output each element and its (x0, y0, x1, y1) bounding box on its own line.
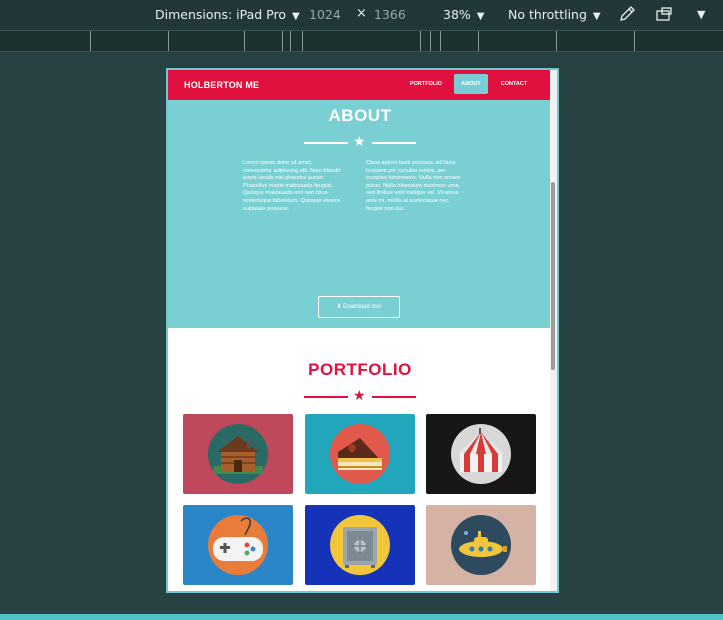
portfolio-item-controller[interactable] (183, 505, 293, 585)
dimension-separator: × (356, 6, 367, 21)
divider-line (372, 142, 416, 144)
about-title: ABOUT (328, 106, 392, 125)
about-section: ABOUT ★ Lorem ipsum dolor sit amet, cons… (168, 100, 552, 328)
devtools-toolbar: Dimensions: iPad Pro ▼ 1024 × 1366 38% ▼ N… (0, 0, 723, 30)
more-options-icon[interactable]: ▼ (697, 8, 705, 21)
site-navbar: HOLBERTON ME PORTFOLIO ABOUT CONTACT (168, 70, 552, 100)
portfolio-item-safe[interactable] (305, 505, 415, 585)
site-brand[interactable]: HOLBERTON ME (184, 80, 259, 90)
cake-icon (330, 424, 390, 484)
chevron-down-icon: ▼ (476, 11, 485, 22)
device-viewport: HOLBERTON ME PORTFOLIO ABOUT CONTACT ABO… (166, 68, 559, 593)
divider-line (372, 396, 416, 398)
zoom-select[interactable]: 38% ▼ (443, 7, 485, 22)
viewport-scrollbar[interactable] (550, 70, 557, 591)
device-label: Dimensions: iPad Pro (155, 7, 286, 22)
portfolio-item-submarine[interactable] (426, 505, 536, 585)
about-text-right: Class aptent taciti sociosqu ad litora t… (366, 160, 461, 212)
nav-link-portfolio[interactable]: PORTFOLIO (404, 74, 448, 94)
circus-tent-icon (451, 424, 511, 484)
chevron-down-icon: ▼ (292, 11, 300, 22)
device-dimensions-select[interactable]: Dimensions: iPad Pro ▼ (155, 7, 300, 22)
zoom-label: 38% (443, 7, 471, 22)
game-controller-icon (208, 515, 268, 575)
divider-line (304, 396, 348, 398)
width-input[interactable]: 1024 (309, 7, 359, 22)
submarine-icon (451, 515, 511, 575)
portfolio-item-cabin[interactable] (183, 414, 293, 494)
portfolio-title: PORTFOLIO (308, 360, 412, 379)
about-text-left: Lorem ipsum dolor sit amet, consectetur … (243, 160, 341, 212)
eyedropper-icon[interactable] (618, 5, 636, 26)
cabin-icon (208, 424, 268, 484)
download-label: Download me! (343, 304, 382, 310)
star-icon: ★ (353, 134, 366, 150)
divider-line (304, 142, 348, 144)
portfolio-item-circus[interactable] (426, 414, 536, 494)
download-button[interactable]: ⬇ Download me! (318, 296, 400, 318)
rotate-device-icon[interactable] (655, 5, 675, 26)
throttling-select[interactable]: No throttling ▼ (508, 7, 601, 22)
bottom-edge-strip (0, 614, 723, 620)
nav-link-contact[interactable]: CONTACT (494, 74, 534, 94)
height-input[interactable]: 1366 (374, 7, 424, 22)
download-icon: ⬇ (336, 304, 342, 310)
scrollbar-thumb[interactable] (551, 182, 555, 370)
safe-icon (330, 515, 390, 575)
nav-link-about[interactable]: ABOUT (454, 74, 488, 94)
media-query-ruler (0, 30, 723, 52)
throttling-label: No throttling (508, 7, 587, 22)
chevron-down-icon: ▼ (592, 11, 601, 22)
star-icon: ★ (353, 388, 366, 404)
portfolio-item-cake[interactable] (305, 414, 415, 494)
portfolio-section: PORTFOLIO ★ (168, 328, 552, 591)
